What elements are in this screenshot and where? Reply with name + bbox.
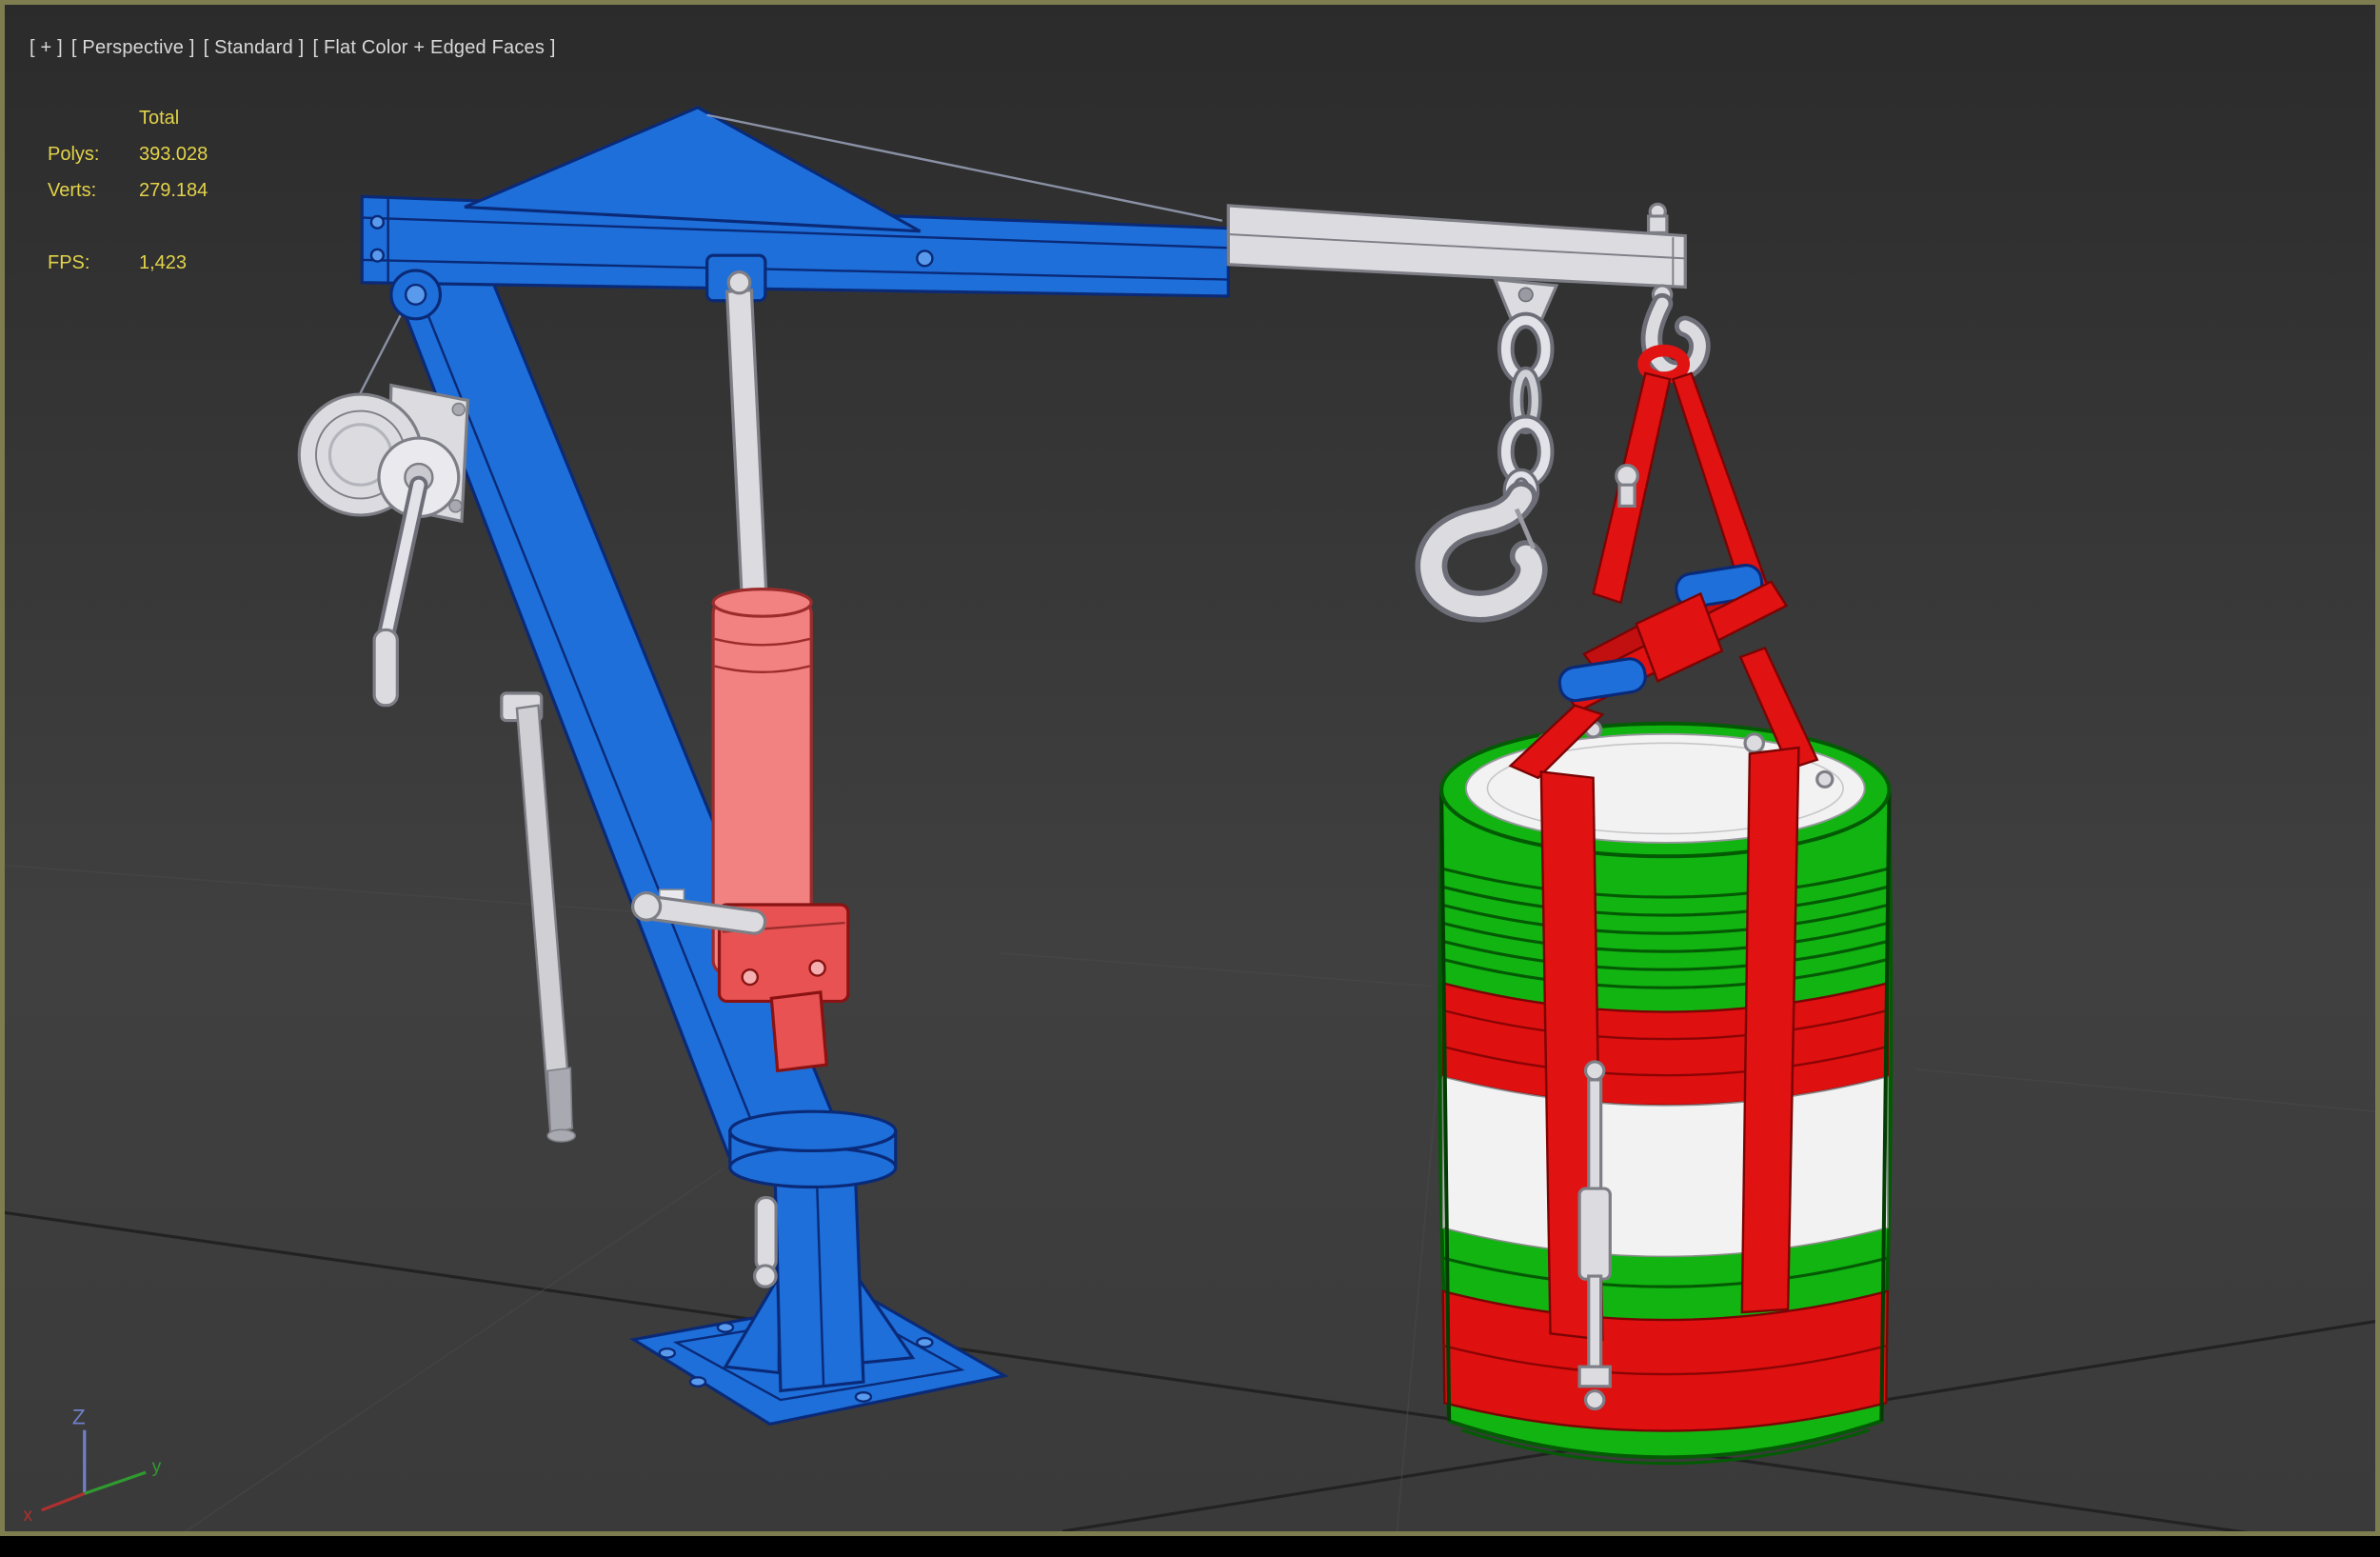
cylinder-rod[interactable] — [724, 288, 769, 609]
axis-tripod: Z y x — [23, 1406, 161, 1526]
extension-beam[interactable] — [1226, 202, 1687, 330]
boom-edge — [405, 261, 761, 1141]
base-bolt — [658, 1347, 677, 1359]
statistics-overlay: Total Polys: 393.028 Verts: 279.184 FPS:… — [48, 100, 208, 281]
crane-support-leg[interactable] — [500, 691, 576, 1143]
crank-handle[interactable] — [372, 628, 399, 708]
leg-tip[interactable] — [546, 1067, 573, 1136]
grid-line-faint — [998, 951, 1431, 988]
turnbuckle-rod-upper — [1587, 1078, 1603, 1193]
mast-flange-bottom — [728, 1146, 898, 1189]
barrel-top-bolt — [1815, 769, 1835, 788]
grid-line — [5, 1210, 2249, 1531]
winch-bolt — [451, 402, 466, 417]
axis-x-label: x — [23, 1506, 32, 1526]
beam-bolt — [916, 250, 934, 268]
strap-vertical-right[interactable] — [1740, 746, 1800, 1314]
stats-row-verts: Verts: 279.184 — [48, 172, 208, 209]
grid-line-faint — [5, 864, 703, 918]
stats-polys-value: 393.028 — [139, 144, 208, 165]
barrel[interactable] — [1438, 720, 1894, 1466]
grid-line-faint — [1914, 1068, 2375, 1113]
cylinder-cap — [711, 588, 813, 618]
viewport-menu-pov[interactable]: [ Perspective ] — [71, 37, 195, 59]
mast-pin-end — [752, 1264, 778, 1288]
turnbuckle-rod-lower — [1587, 1274, 1603, 1371]
chain-and-hook[interactable] — [1415, 311, 1555, 623]
leg-foot[interactable] — [546, 1128, 576, 1143]
viewport-3d[interactable]: Z y x [ + ] [ Perspective ] [ Standard ]… — [0, 0, 2380, 1536]
end-stud-base — [1646, 214, 1669, 235]
stats-header: Total — [139, 108, 180, 129]
axis-y-line — [84, 1470, 147, 1495]
stats-verts-value: 279.184 — [139, 180, 208, 201]
beam-bolt — [369, 214, 386, 230]
strap-branch-right[interactable] — [1671, 371, 1770, 599]
winch[interactable] — [297, 383, 470, 708]
clamp-lower-strap — [769, 990, 829, 1073]
stats-verts-label: Verts: — [48, 180, 97, 201]
turnbuckle-body[interactable] — [1577, 1187, 1612, 1281]
clamp-bolt — [741, 968, 760, 987]
beam-bolt — [369, 248, 386, 263]
viewport-label: [ + ] [ Perspective ] [ Standard ] [ Fla… — [30, 37, 556, 59]
stats-fps-value: 1,423 — [139, 252, 188, 273]
floor-grid — [5, 844, 2375, 1531]
base-bolt — [716, 1322, 735, 1333]
viewport-menu-camera[interactable]: [ Standard ] — [204, 37, 305, 59]
base-bolt — [688, 1376, 707, 1387]
stats-polys-label: Polys: — [48, 144, 100, 165]
rod-eye — [726, 270, 752, 295]
barrel-top-bolt — [1743, 732, 1765, 754]
viewport-menu-shading[interactable]: [ Flat Color + Edged Faces ] — [312, 37, 555, 59]
axis-x-line — [41, 1491, 86, 1512]
grid-line-faint — [185, 1167, 726, 1531]
strap-bolt — [1615, 464, 1639, 489]
axis-z-label: Z — [72, 1406, 86, 1429]
axis-y-label: y — [152, 1457, 162, 1477]
boom-pivot-pin — [404, 283, 427, 306]
clevis-pin — [1517, 287, 1534, 303]
stats-fps-label: FPS: — [48, 252, 90, 273]
base-bolt — [916, 1336, 934, 1348]
stats-row-polys: Polys: 393.028 — [48, 136, 208, 172]
mast-pin[interactable] — [754, 1196, 778, 1272]
viewport-menu-general[interactable]: [ + ] — [30, 37, 63, 59]
stats-header-spacer — [48, 100, 139, 136]
base-bolt — [854, 1390, 873, 1403]
turnbuckle-end — [1583, 1388, 1606, 1411]
stats-spacer — [48, 209, 208, 245]
turnbuckle-nut — [1577, 1365, 1612, 1388]
clamp-bolt — [808, 959, 826, 977]
turnbuckle-eye — [1583, 1060, 1606, 1082]
strap-bolt-shank — [1617, 483, 1636, 508]
stats-row-fps: FPS: 1,423 — [48, 245, 208, 281]
scene-canvas[interactable]: Z y x — [5, 5, 2375, 1531]
mast-flange-top — [728, 1109, 898, 1153]
stats-header-row: Total — [48, 100, 208, 136]
lifter-roller[interactable] — [1557, 657, 1648, 703]
